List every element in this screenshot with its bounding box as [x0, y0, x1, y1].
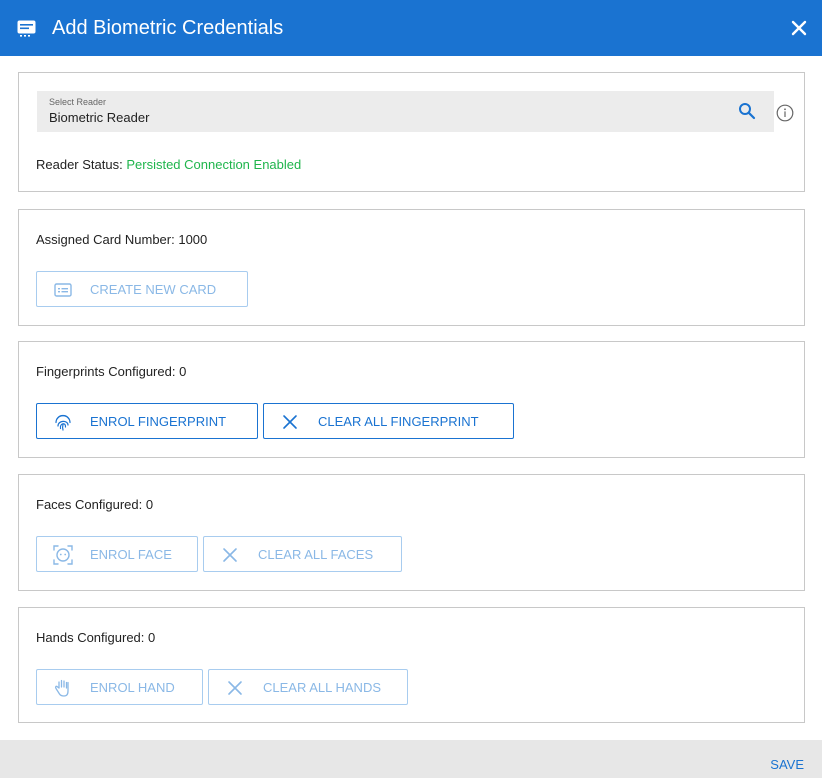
- faces-configured: Faces Configured: 0: [36, 497, 154, 512]
- hand-icon: [54, 679, 69, 697]
- dialog-footer: SAVE: [0, 740, 822, 778]
- add-biometric-dialog: Add Biometric Credentials Select Reader …: [0, 0, 822, 778]
- reader-status: Reader Status: Persisted Connection Enab…: [36, 157, 301, 172]
- card-icon: [54, 283, 72, 297]
- close-icon: [223, 548, 237, 562]
- enrol-face-button[interactable]: ENROL FACE: [36, 536, 198, 572]
- reader-select[interactable]: Select Reader Biometric Reader: [37, 91, 774, 132]
- fingerprint-icon: [55, 414, 71, 431]
- clear-all-faces-label: CLEAR ALL FACES: [258, 547, 374, 562]
- clear-all-hands-button[interactable]: CLEAR ALL HANDS: [208, 669, 408, 705]
- enrol-fingerprint-button[interactable]: ENROL FINGERPRINT: [36, 403, 258, 439]
- face-scan-icon: [53, 545, 73, 565]
- enrol-hand-button[interactable]: ENROL HAND: [36, 669, 203, 705]
- fingerprints-section: Fingerprints Configured: 0 ENROL FINGERP…: [18, 341, 805, 458]
- reader-section: Select Reader Biometric Reader Reader St…: [18, 72, 805, 192]
- close-icon: [283, 415, 297, 429]
- card-section: Assigned Card Number: 1000 CREATE NEW CA…: [18, 209, 805, 326]
- hands-configured: Hands Configured: 0: [36, 630, 156, 645]
- reader-select-label: Select Reader: [49, 97, 107, 107]
- clear-all-fingerprint-label: CLEAR ALL FINGERPRINT: [318, 414, 479, 429]
- create-new-card-button[interactable]: CREATE NEW CARD: [36, 271, 248, 307]
- create-new-card-label: CREATE NEW CARD: [90, 282, 217, 297]
- clear-all-hands-label: CLEAR ALL HANDS: [263, 680, 382, 695]
- faces-section: Faces Configured: 0 ENROL FACE CLEAR ALL…: [18, 474, 805, 591]
- enrol-hand-label: ENROL HAND: [90, 680, 175, 695]
- clear-all-fingerprint-button[interactable]: CLEAR ALL FINGERPRINT: [263, 403, 514, 439]
- reader-status-value: Persisted Connection Enabled: [126, 157, 302, 172]
- hands-section: Hands Configured: 0 ENROL HAND CLEAR ALL…: [18, 607, 805, 723]
- clear-all-faces-button[interactable]: CLEAR ALL FACES: [203, 536, 402, 572]
- dialog-title: Add Biometric Credentials: [52, 17, 284, 39]
- assigned-card-number: Assigned Card Number: 1000: [36, 232, 208, 247]
- close-icon[interactable]: [788, 17, 810, 39]
- card-icon: [17, 20, 36, 37]
- search-icon[interactable]: [738, 102, 756, 120]
- save-button[interactable]: SAVE: [770, 740, 804, 778]
- info-icon[interactable]: [776, 104, 794, 122]
- close-icon: [228, 681, 242, 695]
- enrol-fingerprint-label: ENROL FINGERPRINT: [90, 414, 227, 429]
- enrol-face-label: ENROL FACE: [90, 547, 172, 562]
- dialog-header: Add Biometric Credentials: [0, 0, 822, 56]
- fingerprints-configured: Fingerprints Configured: 0: [36, 364, 187, 379]
- reader-status-label: Reader Status:: [36, 157, 123, 172]
- reader-select-value: Biometric Reader: [49, 110, 150, 125]
